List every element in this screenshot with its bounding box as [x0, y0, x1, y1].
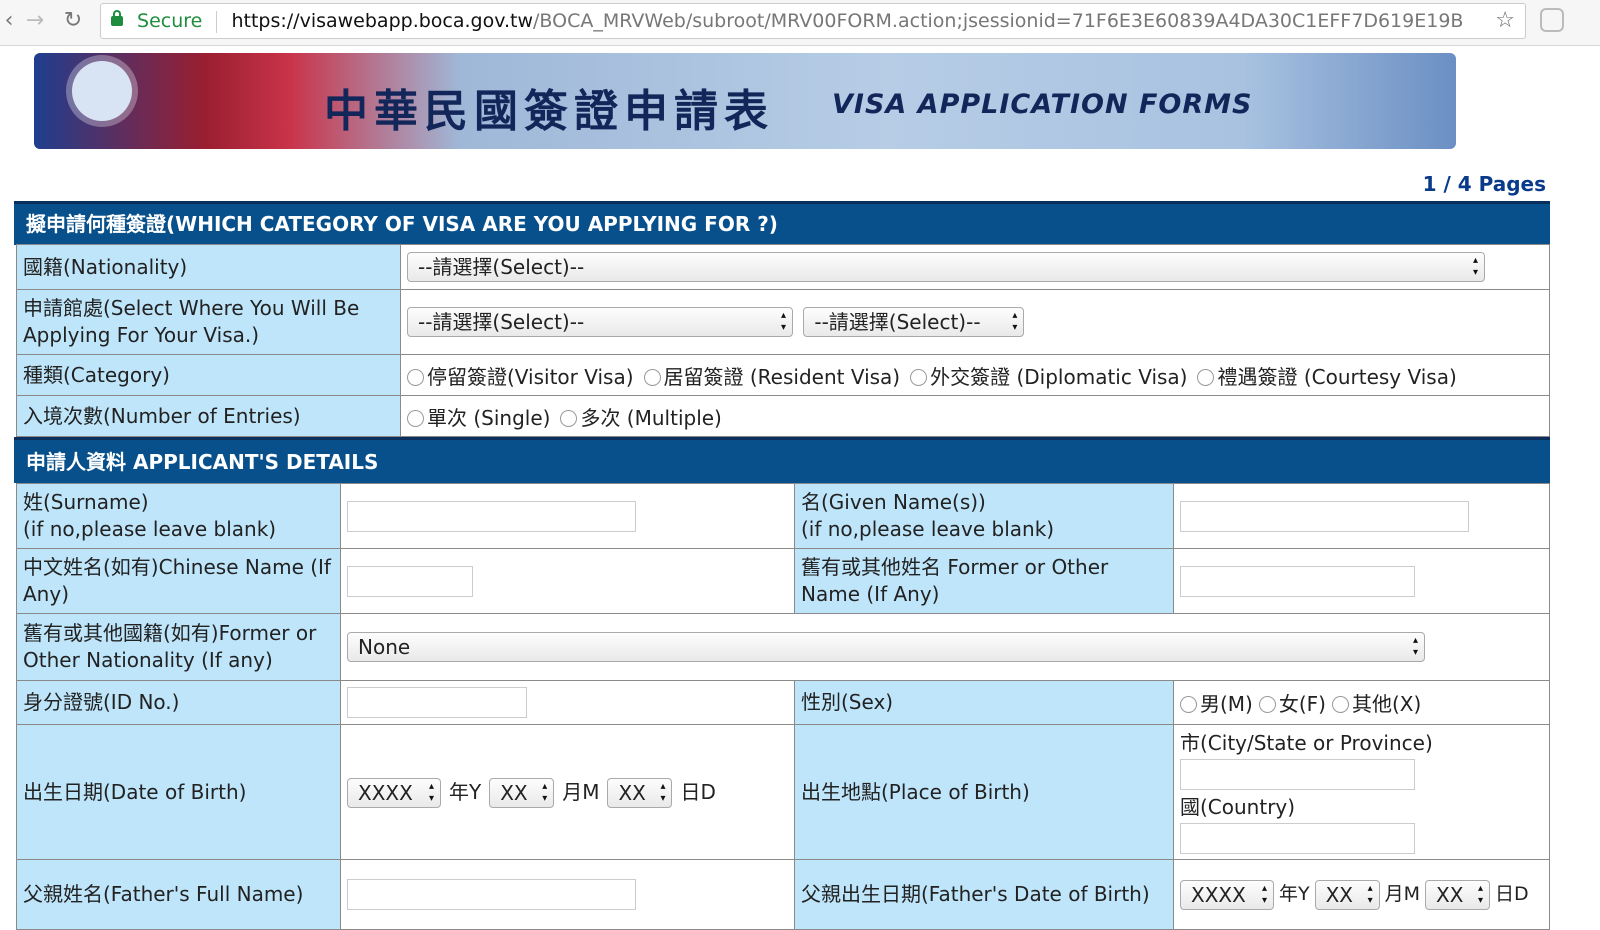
- radio-icon[interactable]: [1331, 696, 1349, 713]
- month-unit-label: 月M: [562, 779, 600, 804]
- banner-title-english: VISA APPLICATION FORMS: [832, 89, 1253, 120]
- sex-option-male[interactable]: 男(M): [1180, 692, 1253, 716]
- lock-icon: [111, 10, 123, 26]
- apply-location-select-country[interactable]: --請選擇(Select)--: [407, 307, 793, 337]
- nationality-select[interactable]: --請選擇(Select)--: [407, 252, 1485, 282]
- address-separator: [216, 10, 218, 33]
- radio-icon[interactable]: [1197, 368, 1215, 386]
- radio-icon[interactable]: [407, 368, 424, 386]
- reload-icon[interactable]: ↻: [58, 6, 88, 36]
- given-name-label: 名(Given Name(s)) (if no,please leave blan…: [794, 483, 1174, 549]
- applicant-details-heading: 申請人資料 APPLICANT'S DETAILS: [14, 437, 1550, 483]
- given-name-input[interactable]: [1180, 500, 1469, 532]
- apply-location-label: 申請館處(Select Where You Will Be Applying F…: [16, 289, 401, 355]
- nationality-label: 國籍(Nationality): [16, 244, 401, 290]
- pob-country-label: 國(Country): [1180, 795, 1296, 819]
- category-option-resident[interactable]: 居留簽證 (Resident Visa): [643, 365, 900, 389]
- father-year-unit-label: 年Y: [1279, 883, 1310, 906]
- url-host: https://visawebapp.boca.gov.tw: [231, 10, 534, 32]
- radio-icon[interactable]: [407, 409, 424, 427]
- category-label: 種類(Category): [16, 354, 401, 396]
- date-of-birth-label: 出生日期(Date of Birth): [16, 724, 341, 860]
- entries-option-multiple[interactable]: 多次 (Multiple): [560, 406, 722, 430]
- flag-emblem-icon: [72, 61, 132, 121]
- father-dob-year-select[interactable]: XXXX: [1180, 879, 1274, 910]
- year-unit-label: 年Y: [449, 779, 482, 804]
- place-of-birth-label: 出生地點(Place of Birth): [794, 724, 1174, 860]
- address-bar[interactable]: Secure https://visawebapp.boca.gov.tw/BO…: [100, 3, 1526, 39]
- day-unit-label: 日D: [680, 779, 716, 804]
- father-dob-day-select[interactable]: XX: [1425, 879, 1491, 910]
- former-nationality-label: 舊有或其他國籍(如有)Former or Other Nationality (…: [16, 613, 341, 681]
- chinese-name-label: 中文姓名(如有)Chinese Name (If Any): [16, 548, 341, 614]
- visa-category-heading: 擬申請何種簽證(WHICH CATEGORY OF VISA ARE YOU A…: [14, 201, 1550, 245]
- father-dob-label: 父親出生日期(Father's Date of Birth): [794, 859, 1174, 930]
- sex-option-female[interactable]: 女(F): [1258, 692, 1326, 716]
- former-name-input[interactable]: [1180, 565, 1415, 597]
- radio-icon[interactable]: [910, 368, 928, 386]
- former-name-label: 舊有或其他姓名 Former or Other Name (If Any): [794, 548, 1174, 614]
- radio-icon[interactable]: [1180, 696, 1197, 713]
- father-name-input[interactable]: [347, 879, 636, 910]
- father-name-label: 父親姓名(Father's Full Name): [16, 859, 341, 930]
- category-option-courtesy[interactable]: 禮遇簽證 (Courtesy Visa): [1197, 365, 1457, 389]
- bookmark-star-icon[interactable]: ☆: [1495, 4, 1515, 38]
- former-nationality-select[interactable]: None: [347, 632, 1425, 662]
- banner-title-chinese: 中華民國簽證申請表: [324, 86, 774, 137]
- id-number-label: 身分證號(ID No.): [16, 680, 341, 725]
- surname-label: 姓(Surname) (if no,please leave blank): [16, 483, 341, 549]
- pob-city-input[interactable]: [1180, 759, 1415, 790]
- father-day-unit-label: 日D: [1495, 883, 1529, 906]
- apply-location-select-office[interactable]: --請選擇(Select)--: [803, 307, 1025, 337]
- extension-icon[interactable]: [1540, 8, 1564, 32]
- visa-category-table: 國籍(Nationality) --請選擇(Select)-- 申請館處(Sel…: [16, 244, 1550, 437]
- entries-label: 入境次數(Number of Entries): [16, 395, 401, 437]
- page-indicator: 1 / 4 Pages: [1422, 172, 1546, 196]
- secure-label: Secure: [137, 10, 203, 32]
- category-option-visitor[interactable]: 停留簽證(Visitor Visa): [407, 365, 634, 389]
- sex-label: 性別(Sex): [794, 680, 1174, 725]
- header-banner: 中華民國簽證申請表 VISA APPLICATION FORMS: [34, 53, 1456, 149]
- pob-country-input[interactable]: [1180, 823, 1415, 854]
- chinese-name-input[interactable]: [347, 565, 473, 597]
- applicant-details-table: 姓(Surname) (if no,please leave blank) 名(G…: [16, 483, 1550, 930]
- id-number-input[interactable]: [347, 687, 527, 718]
- radio-icon[interactable]: [643, 368, 661, 386]
- dob-month-select[interactable]: XX: [489, 778, 555, 809]
- sex-option-other[interactable]: 其他(X): [1331, 692, 1421, 716]
- radio-icon[interactable]: [1258, 696, 1276, 713]
- browser-toolbar: ‹ → ↻ Secure https://visawebapp.boca.gov…: [0, 0, 1600, 46]
- pob-city-label: 市(City/State or Province): [1180, 731, 1433, 755]
- father-month-unit-label: 月M: [1384, 883, 1421, 906]
- forward-icon[interactable]: →: [20, 6, 50, 36]
- url-path: /BOCA_MRVWeb/subroot/MRV00FORM.action;js…: [533, 10, 1464, 32]
- entries-option-single[interactable]: 單次 (Single): [407, 406, 550, 430]
- father-dob-month-select[interactable]: XX: [1314, 879, 1380, 910]
- radio-icon[interactable]: [560, 409, 578, 427]
- surname-input[interactable]: [347, 500, 636, 532]
- category-option-diplomatic[interactable]: 外交簽證 (Diplomatic Visa): [910, 365, 1187, 389]
- dob-day-select[interactable]: XX: [607, 778, 673, 809]
- dob-year-select[interactable]: XXXX: [347, 778, 441, 809]
